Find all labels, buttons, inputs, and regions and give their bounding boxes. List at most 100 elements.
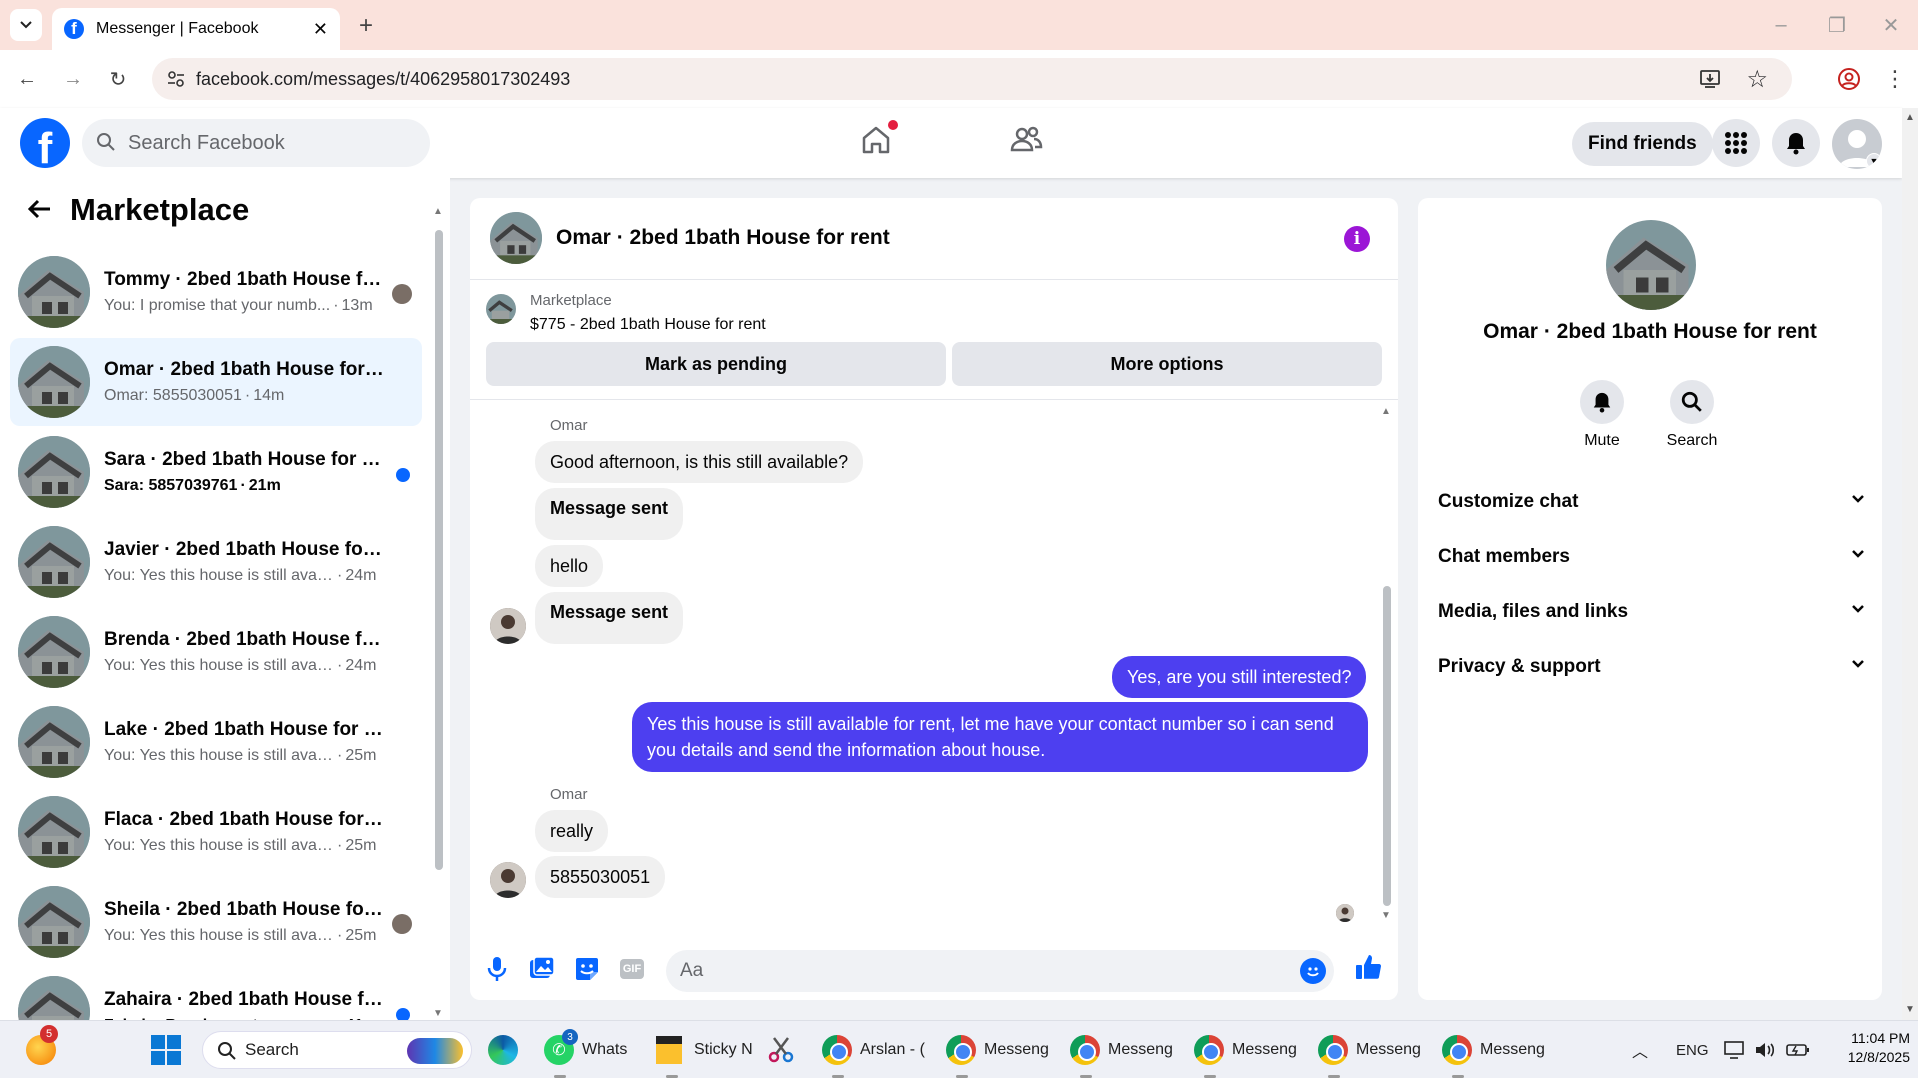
search-in-conversation-icon[interactable] (1670, 380, 1714, 424)
sender-avatar[interactable] (490, 862, 526, 898)
forward-arrow-icon[interactable]: → (58, 64, 88, 94)
chrome-icon (1070, 1035, 1100, 1065)
conversation-info-icon[interactable]: i (1344, 226, 1370, 252)
conversation-item[interactable]: Omar · 2bed 1bath House for rent Omar: 58… (10, 338, 422, 426)
browser-menu-icon[interactable]: ⋮ (1880, 64, 1910, 94)
message-bubble[interactable]: Message sent (535, 488, 684, 540)
network-monitor-icon[interactable] (1724, 1031, 1746, 1069)
privacy-support-section[interactable]: Privacy & support (1438, 645, 1866, 689)
chat-scrollbar[interactable]: ▲ ▼ (1380, 406, 1394, 922)
chrome-icon (1194, 1035, 1224, 1065)
details-avatar[interactable] (1606, 220, 1696, 310)
taskbar-app-messenger-1[interactable]: Messeng (946, 1031, 1049, 1078)
sticker-icon[interactable] (572, 954, 602, 984)
more-options-button[interactable]: More options (952, 342, 1382, 386)
tab-search-chevron-icon[interactable] (10, 9, 42, 41)
language-indicator[interactable]: ENG (1676, 1031, 1709, 1069)
message-composer-input[interactable]: Aa (666, 950, 1334, 992)
search-highlight-icon (407, 1038, 463, 1064)
taskbar-search-box[interactable]: Search (202, 1031, 472, 1069)
page-scrollbar[interactable]: ▲ ▼ (1902, 108, 1918, 1020)
photo-gallery-icon[interactable] (527, 954, 557, 984)
message-bubble[interactable]: 5855030051 (535, 856, 666, 898)
friends-icon[interactable] (1008, 122, 1048, 162)
chat-members-section[interactable]: Chat members (1438, 535, 1866, 579)
gif-icon[interactable]: GIF (617, 954, 647, 984)
sender-avatar[interactable] (490, 608, 526, 644)
account-avatar[interactable]: ▼ (1832, 119, 1882, 169)
windows-start-icon[interactable] (150, 1031, 182, 1069)
back-arrow-icon[interactable]: ← (12, 64, 42, 94)
show-hidden-icons-chevron-up-icon[interactable]: ︿ (1632, 1031, 1648, 1069)
taskbar-app-messenger-4[interactable]: Messeng (1318, 1031, 1421, 1078)
taskbar-app-messenger-2[interactable]: Messeng (1070, 1031, 1173, 1078)
chat-title[interactable]: Omar · 2bed 1bath House for rent (556, 226, 890, 250)
conversation-avatar (18, 256, 90, 328)
conversation-item[interactable]: Javier · 2bed 1bath House for rent You: Y… (10, 518, 422, 606)
find-friends-button[interactable]: Find friends (1572, 122, 1713, 166)
home-icon[interactable] (858, 120, 898, 162)
mute-bell-icon[interactable] (1580, 380, 1624, 424)
profile-icon[interactable] (1834, 64, 1864, 94)
taskbar-app-chrome-arslan[interactable]: Arslan - ( (822, 1031, 925, 1078)
edge-browser-icon[interactable] (488, 1031, 518, 1069)
conversation-item[interactable]: Flaca · 2bed 1bath House for rent You: Ye… (10, 788, 422, 876)
restore-window-icon[interactable]: ❐ (1822, 10, 1852, 40)
minimize-window-icon[interactable]: – (1766, 10, 1796, 40)
message-bubble[interactable]: Good afternoon, is this still available? (535, 441, 864, 483)
site-info-icon[interactable] (166, 69, 186, 94)
menu-grid-icon[interactable] (1712, 119, 1760, 167)
thumbs-up-like-icon[interactable] (1354, 952, 1384, 982)
customize-chat-section[interactable]: Customize chat (1438, 480, 1866, 524)
sidebar-scrollbar[interactable]: ▲ ▼ (432, 198, 446, 1019)
volume-speaker-icon[interactable] (1754, 1031, 1776, 1069)
clock-date: 12/8/2025 (1847, 1049, 1910, 1065)
message-bubble[interactable]: Message sent (535, 592, 684, 644)
chat-avatar[interactable] (490, 212, 542, 264)
close-tab-icon[interactable]: ✕ (313, 19, 328, 40)
address-bar[interactable]: facebook.com/messages/t/4062958017302493… (152, 58, 1792, 100)
account-chevron-icon[interactable]: ▼ (1866, 153, 1882, 169)
conversation-item[interactable]: Brenda · 2bed 1bath House for r... You: Y… (10, 608, 422, 696)
media-files-links-section[interactable]: Media, files and links (1438, 590, 1866, 634)
chat-details-panel: Omar · 2bed 1bath House for rent Mute Se… (1418, 198, 1882, 1000)
whatsapp-icon: ✆ 3 (544, 1029, 578, 1065)
close-window-icon[interactable]: ✕ (1876, 10, 1906, 40)
message-bubble[interactable]: really (535, 810, 609, 852)
conversation-item[interactable]: Lake · 2bed 1bath House for rent You: Yes… (10, 698, 422, 786)
install-app-icon[interactable] (1698, 67, 1722, 96)
facebook-logo-icon[interactable]: f (20, 118, 70, 168)
listing-banner: Marketplace $775 - 2bed 1bath House for … (470, 280, 1398, 400)
microphone-icon[interactable] (482, 954, 512, 984)
system-clock[interactable]: 11:04 PM 12/8/2025 (1820, 1029, 1910, 1067)
new-tab-icon[interactable]: + (352, 12, 380, 40)
mark-as-pending-button[interactable]: Mark as pending (486, 342, 946, 386)
battery-icon[interactable] (1786, 1031, 1810, 1069)
conversation-time: 25m (345, 747, 377, 764)
back-arrow-icon[interactable] (24, 194, 58, 228)
conversation-item[interactable]: Tommy · 2bed 1bath House fo... You: I pro… (10, 248, 422, 336)
snipping-tool-icon[interactable] (766, 1031, 796, 1069)
conversation-name: Omar · 2bed 1bath House for rent (104, 359, 384, 380)
listing-thumbnail[interactable] (486, 294, 516, 324)
emoji-icon[interactable] (1300, 958, 1326, 984)
bookmark-star-icon[interactable]: ☆ (1746, 65, 1768, 94)
taskbar-app-sticky-notes[interactable]: Sticky N (656, 1031, 753, 1078)
listing-title[interactable]: $775 - 2bed 1bath House for rent (530, 316, 766, 334)
conversation-preview: You: Yes this house is still availabl... (104, 567, 334, 584)
my-message-bubble[interactable]: Yes this house is still available for re… (632, 702, 1368, 772)
my-message-bubble[interactable]: Yes, are you still interested? (1112, 656, 1367, 698)
taskbar-app-messenger-3[interactable]: Messeng (1194, 1031, 1297, 1078)
taskbar-app-messenger-5[interactable]: Messeng (1442, 1031, 1545, 1078)
conversation-item[interactable]: Sara · 2bed 1bath House for rent Sara: 58… (10, 428, 422, 516)
reload-icon[interactable]: ↻ (103, 64, 133, 94)
notifications-bell-icon[interactable] (1772, 119, 1820, 167)
taskbar-app-whatsapp[interactable]: ✆ 3 Whats (544, 1029, 627, 1078)
browser-tab-messenger[interactable]: f Messenger | Facebook ✕ (52, 8, 340, 50)
search-label: Search (1666, 432, 1718, 449)
conversation-item[interactable]: Sheila · 2bed 1bath House for ... You: Ye… (10, 878, 422, 966)
message-bubble[interactable]: hello (535, 545, 604, 587)
widgets-icon[interactable]: 5 (26, 1025, 58, 1069)
facebook-search-input[interactable]: Search Facebook (82, 119, 430, 167)
conversation-name: Flaca · 2bed 1bath House for rent (104, 809, 384, 830)
